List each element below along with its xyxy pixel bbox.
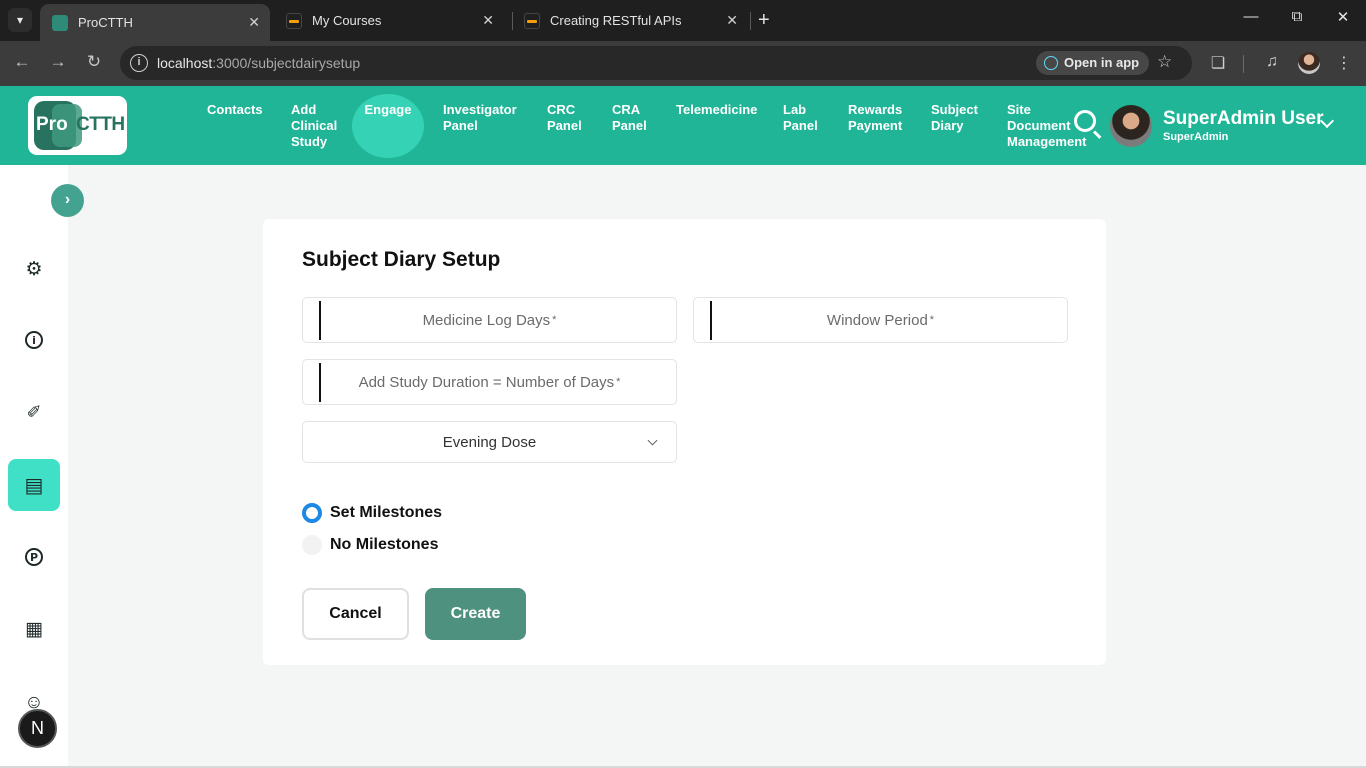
- sidebar-item-medication[interactable]: ✐: [8, 386, 60, 438]
- hospital-icon: ▦: [25, 618, 43, 640]
- radio-selected-icon[interactable]: [302, 503, 322, 523]
- user-name: SuperAdmin User: [1163, 108, 1324, 129]
- url-path: :3000/subjectdairysetup: [212, 55, 361, 71]
- radio-no-milestones-label: No Milestones: [330, 536, 439, 553]
- minimize-icon[interactable]: —: [1236, 8, 1266, 25]
- text-caret: [319, 363, 321, 402]
- sidebar-item-diary[interactable]: ▤: [8, 459, 60, 511]
- notebook-icon: ▤: [24, 474, 44, 497]
- browser-toolbar: ← → ↻ i localhost:3000/subjectdairysetup…: [0, 41, 1366, 86]
- app-header: Pro CTTH Contacts Add Clinical Study Eng…: [0, 86, 1366, 165]
- sidebar-item-info[interactable]: i: [8, 314, 60, 366]
- kebab-menu-icon[interactable]: ⋮: [1332, 53, 1356, 73]
- nav-telemedicine[interactable]: Telemedicine: [676, 102, 757, 118]
- close-icon[interactable]: ✕: [248, 14, 260, 31]
- logo-pro-text: Pro: [36, 114, 68, 135]
- medicine-log-days-placeholder: Medicine Log Days: [422, 311, 551, 329]
- page-title: Subject Diary Setup: [302, 248, 501, 271]
- nav-add-clinical-study[interactable]: Add Clinical Study: [291, 102, 337, 150]
- chevron-right-icon: ›: [64, 191, 71, 208]
- nav-cra-panel[interactable]: CRA Panel: [612, 102, 647, 134]
- required-mark: *: [616, 376, 621, 388]
- required-mark: *: [929, 314, 935, 326]
- tab-title: My Courses: [312, 13, 382, 28]
- chevron-down-icon: [647, 435, 658, 446]
- cancel-button[interactable]: Cancel: [302, 588, 409, 640]
- site-info-icon[interactable]: i: [130, 54, 148, 72]
- tab-restful-apis[interactable]: Creating RESTful APIs ✕: [512, 4, 748, 37]
- info-icon: i: [25, 331, 43, 349]
- subject-diary-setup-card: Subject Diary Setup Medicine Log Days * W…: [263, 219, 1106, 665]
- radio-no-milestones[interactable]: No Milestones: [302, 535, 438, 555]
- tab-separator: [750, 12, 751, 30]
- sidebar-item-hospital[interactable]: ▦: [8, 603, 60, 655]
- tab-title: ProCTTH: [78, 15, 133, 30]
- media-control-icon[interactable]: ♫: [1260, 53, 1284, 71]
- tab-search-button[interactable]: ▾: [8, 8, 32, 32]
- open-in-app-button[interactable]: Open in app: [1036, 51, 1150, 75]
- syringe-icon: ✐: [26, 401, 42, 422]
- open-in-app-label: Open in app: [1064, 55, 1140, 70]
- nav-contacts[interactable]: Contacts: [207, 102, 263, 118]
- user-avatar[interactable]: [1110, 105, 1152, 147]
- reload-icon[interactable]: ↻: [82, 52, 106, 72]
- sidebar-item-settings[interactable]: ⚙: [8, 243, 60, 295]
- back-arrow-icon[interactable]: ←: [10, 52, 34, 72]
- radio-set-milestones[interactable]: Set Milestones: [302, 503, 442, 523]
- sidebar: ⚙ i ✐ ▤ P ▦ ☺: [0, 165, 68, 768]
- new-tab-icon[interactable]: +: [758, 9, 770, 31]
- dose-select-value: Evening Dose: [442, 433, 537, 451]
- url-text[interactable]: localhost:3000/subjectdairysetup: [157, 55, 360, 71]
- medicine-log-days-input[interactable]: Medicine Log Days *: [302, 297, 677, 343]
- bookmark-star-icon[interactable]: ☆: [1157, 52, 1172, 72]
- nav-crc-panel[interactable]: CRC Panel: [547, 102, 582, 134]
- user-role: SuperAdmin: [1163, 131, 1229, 143]
- procth-logo[interactable]: Pro CTTH: [28, 96, 127, 155]
- tab-procth[interactable]: ProCTTH ✕: [40, 4, 270, 41]
- radio-unselected-icon[interactable]: [302, 535, 322, 555]
- close-icon[interactable]: ✕: [482, 12, 494, 29]
- forward-arrow-icon[interactable]: →: [46, 52, 70, 72]
- course-favicon-icon: [524, 12, 540, 29]
- study-duration-placeholder: Add Study Duration = Number of Days: [358, 373, 615, 391]
- course-favicon-icon: [286, 12, 302, 29]
- sidebar-item-payments[interactable]: P: [8, 531, 60, 583]
- toolbar-divider: [1243, 55, 1244, 73]
- extensions-puzzle-icon[interactable]: ❏: [1206, 53, 1230, 73]
- profile-avatar[interactable]: [1298, 52, 1320, 74]
- search-icon[interactable]: [1074, 110, 1096, 132]
- procth-favicon-icon: [52, 14, 68, 31]
- close-icon[interactable]: ✕: [726, 12, 738, 29]
- url-host: localhost: [157, 55, 213, 71]
- sidebar-expand-button[interactable]: ›: [51, 184, 84, 217]
- nav-rewards-payment[interactable]: Rewards Payment: [848, 102, 902, 134]
- nav-investigator-panel[interactable]: Investigator Panel: [443, 102, 517, 134]
- address-bar[interactable]: i localhost:3000/subjectdairysetup Open …: [120, 46, 1192, 80]
- nav-subject-diary[interactable]: Subject Diary: [931, 102, 978, 134]
- payment-p-icon: P: [25, 548, 43, 566]
- window-period-input[interactable]: Window Period *: [693, 297, 1068, 343]
- radio-set-milestones-label: Set Milestones: [330, 504, 443, 521]
- text-caret: [319, 301, 321, 340]
- tab-my-courses[interactable]: My Courses ✕: [274, 4, 504, 37]
- logo-ctth-text: CTTH: [76, 114, 125, 135]
- required-mark: *: [552, 314, 557, 326]
- tab-title: Creating RESTful APIs: [550, 13, 682, 28]
- study-duration-input[interactable]: Add Study Duration = Number of Days *: [302, 359, 677, 405]
- window-period-placeholder: Window Period: [826, 311, 928, 329]
- react-icon: [1044, 56, 1058, 70]
- gear-icon: ⚙: [25, 258, 43, 280]
- browser-tabstrip: ▾ ProCTTH ✕ My Courses ✕ Creating RESTfu…: [0, 0, 1366, 41]
- nextjs-badge[interactable]: N: [18, 709, 57, 748]
- text-caret: [710, 301, 712, 340]
- dose-select[interactable]: Evening Dose: [302, 421, 677, 463]
- restore-icon[interactable]: ⧉: [1282, 8, 1312, 25]
- window-close-icon[interactable]: ✕: [1328, 8, 1358, 26]
- nav-lab-panel[interactable]: Lab Panel: [783, 102, 818, 134]
- nav-engage[interactable]: Engage: [352, 94, 424, 158]
- create-button[interactable]: Create: [425, 588, 526, 640]
